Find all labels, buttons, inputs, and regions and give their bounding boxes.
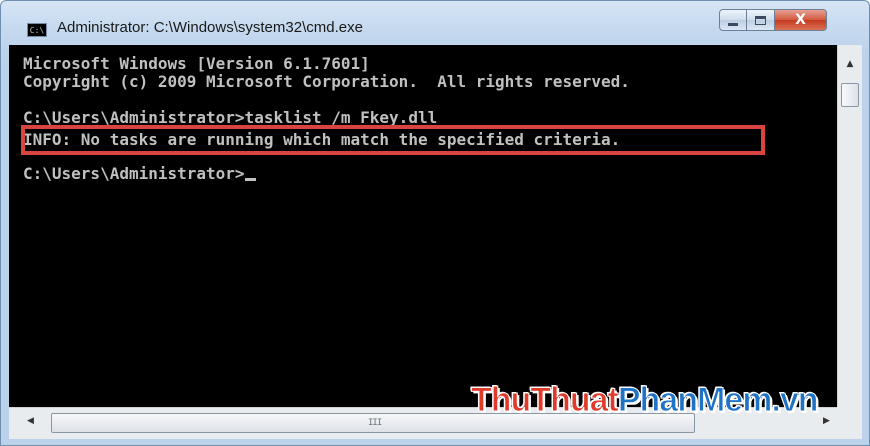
maximize-button[interactable] (747, 9, 775, 31)
scroll-right-arrow-icon[interactable]: ▶ (823, 416, 830, 426)
console-output[interactable]: Microsoft Windows [Version 6.1.7601] Cop… (9, 45, 837, 407)
prompt-text: C:\Users\Administrator> (23, 164, 245, 183)
watermark-part2: PhanMem (617, 381, 773, 420)
window-title: Administrator: C:\Windows\system32\cmd.e… (57, 19, 363, 36)
scroll-up-arrow-icon[interactable]: ▲ (838, 55, 862, 73)
watermark-part1: ThuThuat (471, 381, 620, 420)
grip-icon: III (368, 418, 382, 428)
console-line: Microsoft Windows [Version 6.1.7601] (23, 54, 370, 73)
cmd-icon[interactable]: C:\ (27, 23, 47, 37)
title-bar[interactable]: C:\ Administrator: C:\Windows\system32\c… (1, 1, 869, 45)
watermark-logo: ThuThuatPhanMem.vn (471, 381, 820, 420)
resize-grip[interactable] (837, 407, 862, 439)
console-line: Copyright (c) 2009 Microsoft Corporation… (23, 72, 630, 91)
vertical-scroll-thumb[interactable] (841, 83, 859, 107)
cmd-window: C:\ Administrator: C:\Windows\system32\c… (0, 0, 870, 446)
console-prompt: C:\Users\Administrator> (23, 165, 256, 183)
text-cursor (244, 178, 256, 181)
close-icon: X (795, 12, 806, 28)
maximize-icon (755, 15, 766, 25)
close-button[interactable]: X (775, 9, 827, 31)
minimize-button[interactable] (719, 9, 747, 31)
scroll-left-arrow-icon[interactable]: ◀ (27, 416, 34, 426)
watermark-part3: .vn (771, 381, 819, 420)
highlight-box (21, 125, 765, 155)
vertical-scrollbar[interactable]: ▲ (837, 45, 862, 407)
minimize-icon (728, 22, 738, 26)
